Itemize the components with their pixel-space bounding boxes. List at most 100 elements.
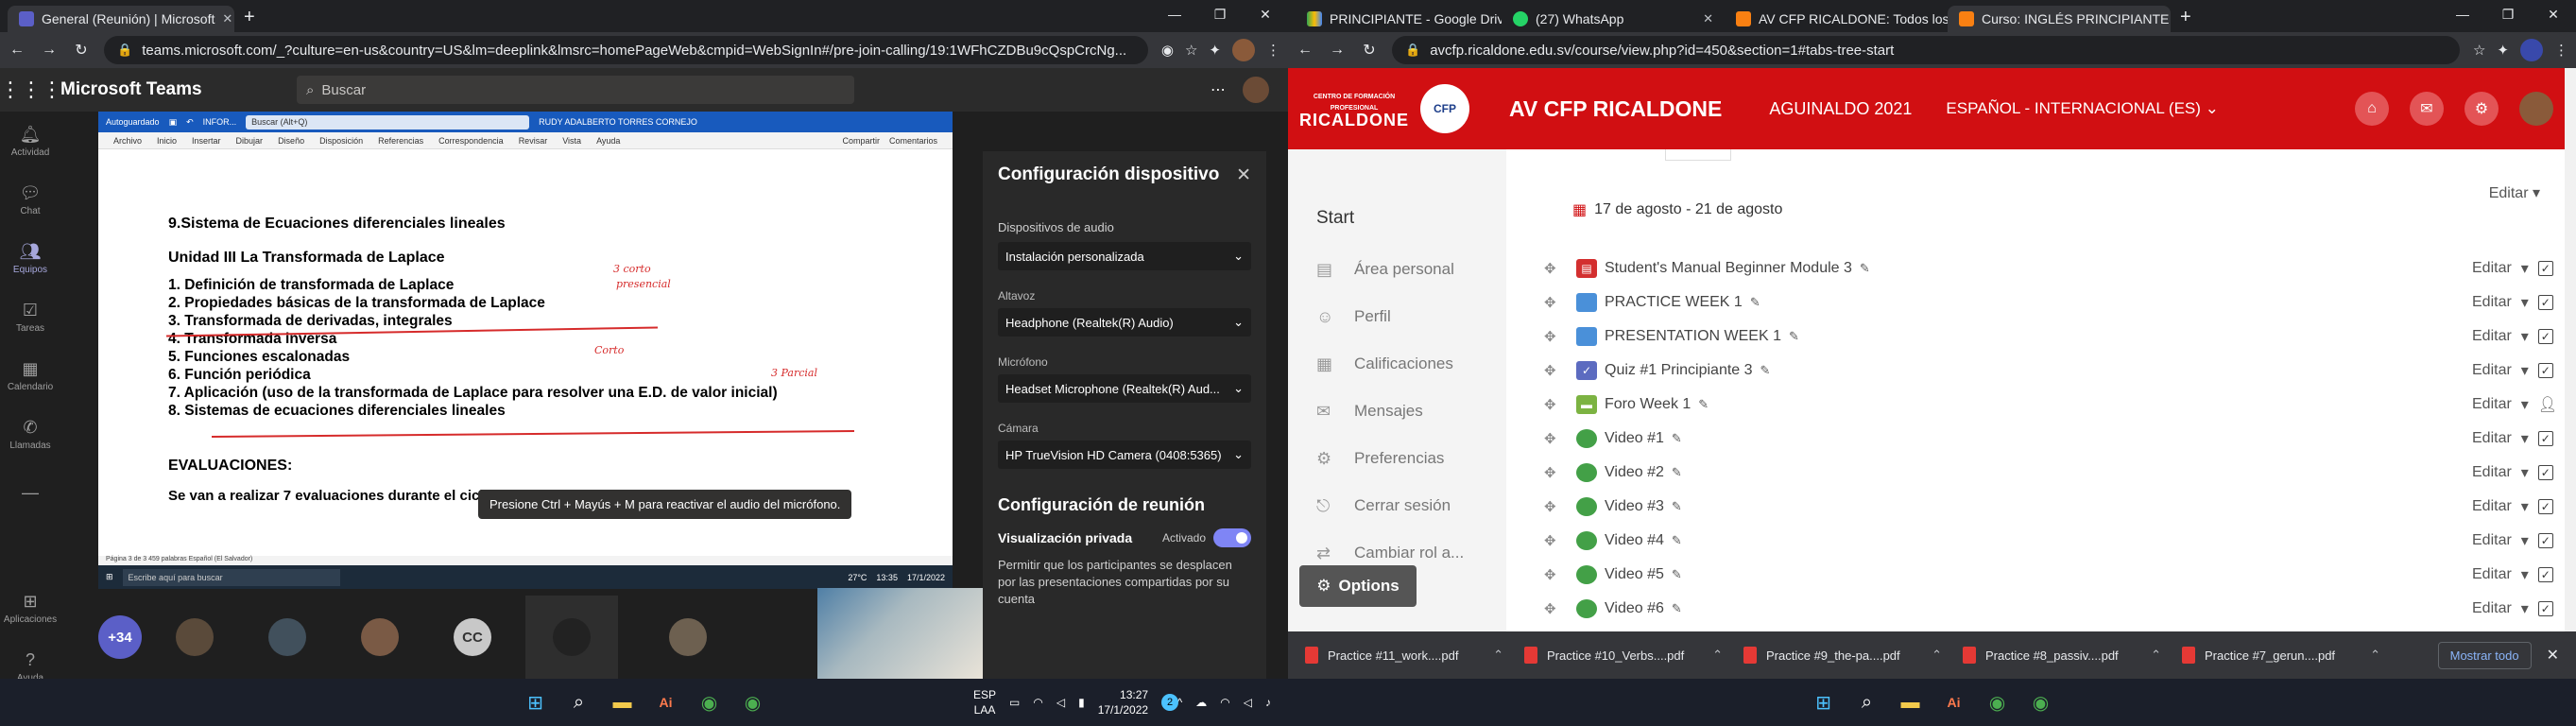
user-avatar[interactable] [1241, 75, 1271, 105]
minimize-icon[interactable]: — [2440, 0, 2485, 28]
chevron-up-icon[interactable]: ⌃ [2151, 648, 2161, 663]
tab-teams[interactable]: General (Reunión) | Microsoft ✕ [8, 6, 234, 32]
more-icon[interactable]: ⋯ [1211, 80, 1226, 99]
cloud-icon[interactable]: ☁ [1195, 696, 1207, 709]
monitor-icon[interactable]: ▭ [1009, 696, 1020, 709]
camera-icon[interactable]: ◉ [1161, 42, 1174, 59]
pencil-icon[interactable]: ✎ [1672, 499, 1682, 514]
ricaldone-logo[interactable]: CENTRO DE FORMACIÓN PROFESIONAL RICALDON… [1299, 78, 1408, 139]
cfp-logo[interactable]: CFP [1420, 84, 1469, 133]
presenter-video[interactable] [817, 588, 983, 679]
participant-avatar[interactable] [361, 618, 399, 656]
volume-icon[interactable]: ◁ [1244, 696, 1252, 709]
start-icon[interactable]: ⊞ [524, 691, 547, 715]
wifi-icon[interactable]: ◠ [1033, 696, 1042, 709]
chrome-icon[interactable]: ◉ [742, 691, 764, 715]
edit-menu[interactable]: Editar [2472, 532, 2512, 549]
sidebar-item-dashboard[interactable]: ▤ Área personal [1316, 246, 1506, 293]
close-icon[interactable]: ✕ [2541, 646, 2565, 665]
back-icon[interactable]: ← [1296, 42, 1314, 59]
rail-activity[interactable]: 🔔︎ Actividad [0, 112, 60, 170]
move-icon[interactable]: ✥ [1544, 328, 1576, 345]
move-icon[interactable]: ✥ [1544, 498, 1576, 515]
search-icon[interactable]: ⌕ [1856, 692, 1879, 714]
rail-more[interactable]: — [0, 463, 60, 522]
edit-menu[interactable]: Editar [2472, 430, 2512, 447]
search-input[interactable]: ⌕ Buscar [297, 76, 854, 104]
speaker-select[interactable]: Headphone (Realtek(R) Audio) ⌄ [998, 308, 1251, 337]
completion-checkbox[interactable]: ✓ [2537, 363, 2553, 378]
activity-link[interactable]: Student's Manual Beginner Module 3 [1605, 260, 1852, 277]
sidebar-item-grades[interactable]: ▦ Calificaciones [1316, 340, 1506, 388]
pencil-icon[interactable]: ✎ [1672, 533, 1682, 548]
rail-apps[interactable]: ⊞ Aplicaciones [0, 579, 60, 637]
camera-select[interactable]: HP TrueVision HD Camera (0408:5365) ⌄ [998, 441, 1251, 469]
forward-icon[interactable]: → [1328, 42, 1347, 59]
edit-menu[interactable]: Editar [2472, 566, 2512, 583]
chevron-up-icon[interactable]: ⌃ [1712, 648, 1723, 663]
close-window-icon[interactable]: ✕ [1243, 0, 1288, 28]
illustrator-icon[interactable]: Ai [655, 695, 678, 710]
close-icon[interactable]: ✕ [1236, 164, 1251, 186]
back-icon[interactable]: ← [8, 42, 26, 59]
move-icon[interactable]: ✥ [1544, 566, 1576, 583]
audio-device-select[interactable]: Instalación personalizada ⌄ [998, 242, 1251, 270]
chevron-up-icon[interactable]: ⌃ [1932, 648, 1942, 663]
group-icon[interactable]: 👤︎ [2538, 395, 2557, 414]
reload-icon[interactable]: ↻ [72, 41, 91, 60]
messages-icon[interactable]: ✉ [2410, 92, 2444, 126]
activity-link[interactable]: Video #6 [1605, 600, 1664, 617]
menu-icon[interactable]: ⋮ [1266, 42, 1280, 59]
completion-checkbox[interactable]: ✓ [2537, 431, 2553, 446]
download-item[interactable]: Practice #10_Verbs....pdf ⌃ [1519, 647, 1728, 664]
download-item[interactable]: Practice #9_the-pa....pdf ⌃ [1738, 647, 1948, 664]
app-launcher-icon[interactable]: ⋮⋮⋮ [0, 78, 62, 102]
pencil-icon[interactable]: ✎ [1750, 295, 1760, 310]
close-window-icon[interactable]: ✕ [2531, 0, 2576, 28]
options-button[interactable]: ⚙ Options [1299, 565, 1417, 607]
pencil-icon[interactable]: ✎ [1672, 567, 1682, 582]
tab-moodle-all[interactable]: AV CFP RICALDONE: Todos los c... ✕ [1725, 6, 1948, 32]
mic-select[interactable]: Headset Microphone (Realtek(R) Aud... ⌄ [998, 374, 1251, 403]
user-avatar[interactable] [2519, 92, 2553, 126]
download-item[interactable]: Practice #8_passiv....pdf ⌃ [1957, 647, 2167, 664]
move-icon[interactable]: ✥ [1544, 464, 1576, 481]
menu-icon[interactable]: ⋮ [2554, 42, 2568, 59]
activity-link[interactable]: Quiz #1 Principiante 3 [1605, 362, 1753, 379]
participant-count-button[interactable]: +34 [98, 615, 142, 659]
completion-checkbox[interactable]: ✓ [2537, 295, 2553, 310]
move-icon[interactable]: ✥ [1544, 600, 1576, 617]
chevron-up-icon[interactable]: ⌃ [1493, 648, 1503, 663]
chrome-icon[interactable]: ◉ [1986, 691, 2009, 715]
illustrator-icon[interactable]: Ai [1943, 695, 1966, 710]
sidebar-item-messages[interactable]: ✉ Mensajes [1316, 388, 1506, 435]
extensions-icon[interactable]: ✦ [1209, 42, 1221, 59]
activity-link[interactable]: Foro Week 1 [1605, 396, 1691, 413]
edit-menu[interactable]: Editar [2472, 464, 2512, 481]
rail-calendar[interactable]: ▦ Calendario [0, 346, 60, 405]
section-edit-menu[interactable]: Editar ▾ [2489, 183, 2540, 202]
edit-menu[interactable]: Editar [2472, 362, 2512, 379]
notification-badge[interactable]: 2 [1161, 694, 1179, 711]
participant-avatar[interactable] [669, 618, 707, 656]
pencil-icon[interactable]: ✎ [1760, 363, 1771, 378]
participant-avatar[interactable] [268, 618, 306, 656]
new-tab-button[interactable]: + [2171, 7, 2201, 32]
pencil-icon[interactable]: ✎ [1672, 465, 1682, 480]
edit-menu[interactable]: Editar [2472, 600, 2512, 617]
move-icon[interactable]: ✥ [1544, 294, 1576, 311]
activity-link[interactable]: Video #4 [1605, 532, 1664, 549]
start-icon[interactable]: ⊞ [1812, 691, 1835, 715]
sidebar-start[interactable]: Start [1316, 208, 1506, 229]
completion-checkbox[interactable]: ✓ [2537, 601, 2553, 616]
completion-checkbox[interactable]: ✓ [2537, 567, 2553, 582]
activity-link[interactable]: Video #5 [1605, 566, 1664, 583]
completion-checkbox[interactable]: ✓ [2537, 261, 2553, 276]
completion-checkbox[interactable]: ✓ [2537, 329, 2553, 344]
edit-menu[interactable]: Editar [2472, 498, 2512, 515]
nav-aguinaldo[interactable]: AGUINALDO 2021 [1769, 99, 1912, 119]
folder-icon[interactable]: ▬ [611, 692, 634, 714]
close-icon[interactable]: ✕ [222, 11, 232, 26]
completion-checkbox[interactable]: ✓ [2537, 465, 2553, 480]
activity-link[interactable]: Video #2 [1605, 464, 1664, 481]
